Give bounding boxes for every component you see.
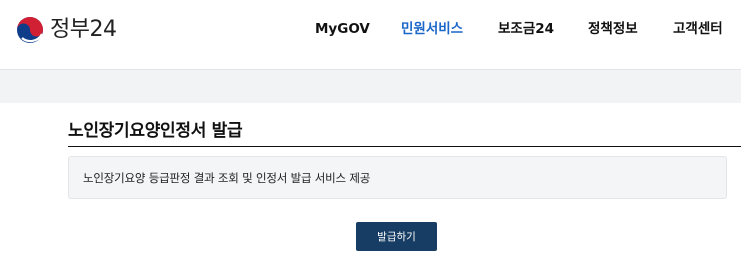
home-logo-link[interactable]: 정부24 <box>16 14 117 46</box>
nav-item-civil-services[interactable]: 민원서비스 <box>401 19 463 39</box>
nav-item-subsidy24[interactable]: 보조금24 <box>498 19 554 39</box>
site-header: 정부24 MyGOV 민원서비스 보조금24 정책정보 고객센터 <box>0 0 741 70</box>
taegeuk-emblem-icon <box>17 17 43 43</box>
breadcrumb-bar <box>0 70 741 103</box>
page-title: 노인장기요양인정서 발급 <box>68 121 243 141</box>
service-description-box: 노인장기요양 등급판정 결과 조회 및 인정서 발급 서비스 제공 <box>68 156 727 199</box>
service-description-text: 노인장기요양 등급판정 결과 조회 및 인정서 발급 서비스 제공 <box>83 171 371 185</box>
title-divider <box>68 146 741 147</box>
nav-item-customer-center[interactable]: 고객센터 <box>673 19 723 39</box>
nav-item-mygov[interactable]: MyGOV <box>315 19 370 39</box>
issue-button[interactable]: 발급하기 <box>356 222 437 251</box>
logo-wordmark: 정부24 <box>50 17 117 42</box>
nav-item-policy-info[interactable]: 정책정보 <box>588 19 638 39</box>
